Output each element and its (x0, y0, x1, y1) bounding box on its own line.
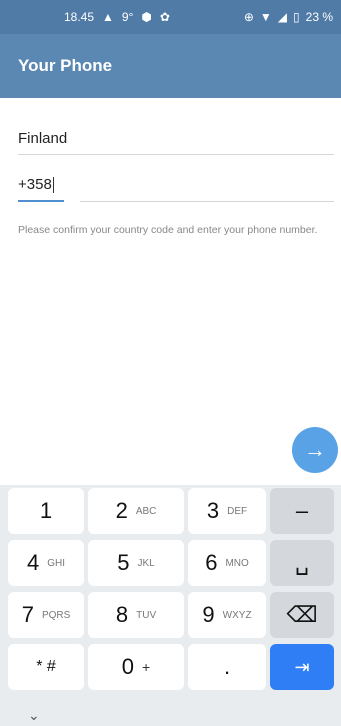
arrow-right-icon: → (304, 437, 326, 462)
wifi-icon: ▼ (259, 10, 272, 24)
key-3-label: 3 (206, 498, 220, 523)
key-8[interactable]: 8 TUV (88, 592, 184, 638)
minus-key-label: – (295, 498, 309, 523)
numeric-keyboard: 1 2 ABC 3 DEF – 4 GHI 5 JKL 6 MNO ␣ 7 PQ… (0, 485, 341, 726)
key-3-letters: DEF (227, 505, 248, 517)
country-value: Finland (18, 130, 68, 147)
period-key[interactable]: . (188, 644, 266, 690)
key-4-letters: GHI (47, 557, 66, 569)
key-9-label: 9 (202, 602, 215, 627)
key-6-label: 6 (205, 550, 218, 575)
settings-notification-icon: ✿ (159, 10, 170, 24)
key-7[interactable]: 7 PQRS (8, 592, 84, 638)
key-6-letters: MNO (225, 557, 249, 569)
battery-percent: 23 % (305, 10, 333, 24)
key-6[interactable]: 6 MNO (188, 540, 266, 586)
navigation-arrow-icon: ▲ (102, 10, 114, 24)
tab-arrow-icon: ⇥ (294, 656, 310, 677)
next-button[interactable]: → (292, 427, 338, 473)
period-label: . (223, 654, 231, 679)
key-5-label: 5 (117, 550, 130, 575)
country-code-input[interactable]: +358 (18, 176, 64, 202)
data-saver-icon: ⊕ (243, 10, 254, 24)
app-notification-icon: ⬢ (141, 10, 152, 24)
backspace-icon: ⌫ (286, 602, 318, 627)
collapse-keyboard-icon[interactable]: ⌄ (28, 707, 40, 724)
minus-key[interactable]: – (270, 488, 334, 534)
key-9[interactable]: 9 WXYZ (188, 592, 266, 638)
status-right: ⊕ ▼ ◢ ▯ 23 % (244, 10, 333, 24)
key-1[interactable]: 1 (8, 488, 84, 534)
key-2[interactable]: 2 ABC (88, 488, 184, 534)
key-5-letters: JKL (137, 557, 155, 569)
page-title: Your Phone (18, 56, 113, 75)
star-hash-label: * # (36, 658, 56, 675)
signal-icon: ◢ (277, 10, 288, 24)
key-4[interactable]: 4 GHI (8, 540, 84, 586)
space-icon: ␣ (295, 550, 309, 575)
key-7-letters: PQRS (41, 609, 71, 621)
star-hash-key[interactable]: * # (8, 644, 84, 690)
status-time: 18.45 (64, 10, 95, 24)
key-0-label: 0 (121, 654, 135, 679)
text-caret (52, 177, 54, 194)
status-bar: 18.45 ▲ 9° ⬢ ✿ ⊕ ▼ ◢ ▯ 23 % (0, 0, 341, 34)
next-field-key[interactable]: ⇥ (270, 644, 334, 690)
key-2-letters: ABC (135, 505, 157, 517)
country-code-value: +358 (18, 176, 52, 193)
key-4-label: 4 (26, 550, 40, 575)
backspace-key[interactable]: ⌫ (270, 592, 334, 638)
key-3[interactable]: 3 DEF (188, 488, 266, 534)
key-0[interactable]: 0 + (88, 644, 184, 690)
key-0-plus: + (142, 659, 151, 675)
phone-number-input[interactable] (80, 201, 334, 202)
status-temperature: 9° (121, 10, 134, 24)
helper-text: Please confirm your country code and ent… (18, 224, 318, 236)
country-field[interactable]: Finland (18, 130, 334, 155)
key-5[interactable]: 5 JKL (88, 540, 184, 586)
space-key[interactable]: ␣ (270, 540, 334, 586)
status-left: 18.45 ▲ 9° ⬢ ✿ (64, 10, 170, 24)
key-7-label: 7 (21, 602, 34, 627)
key-1-label: 1 (39, 498, 53, 523)
key-2-label: 2 (115, 498, 128, 523)
app-bar: Your Phone (0, 34, 341, 98)
battery-icon: ▯ (293, 10, 300, 24)
key-8-letters: TUV (136, 609, 157, 621)
key-9-letters: WXYZ (222, 609, 252, 621)
key-8-label: 8 (115, 602, 129, 627)
